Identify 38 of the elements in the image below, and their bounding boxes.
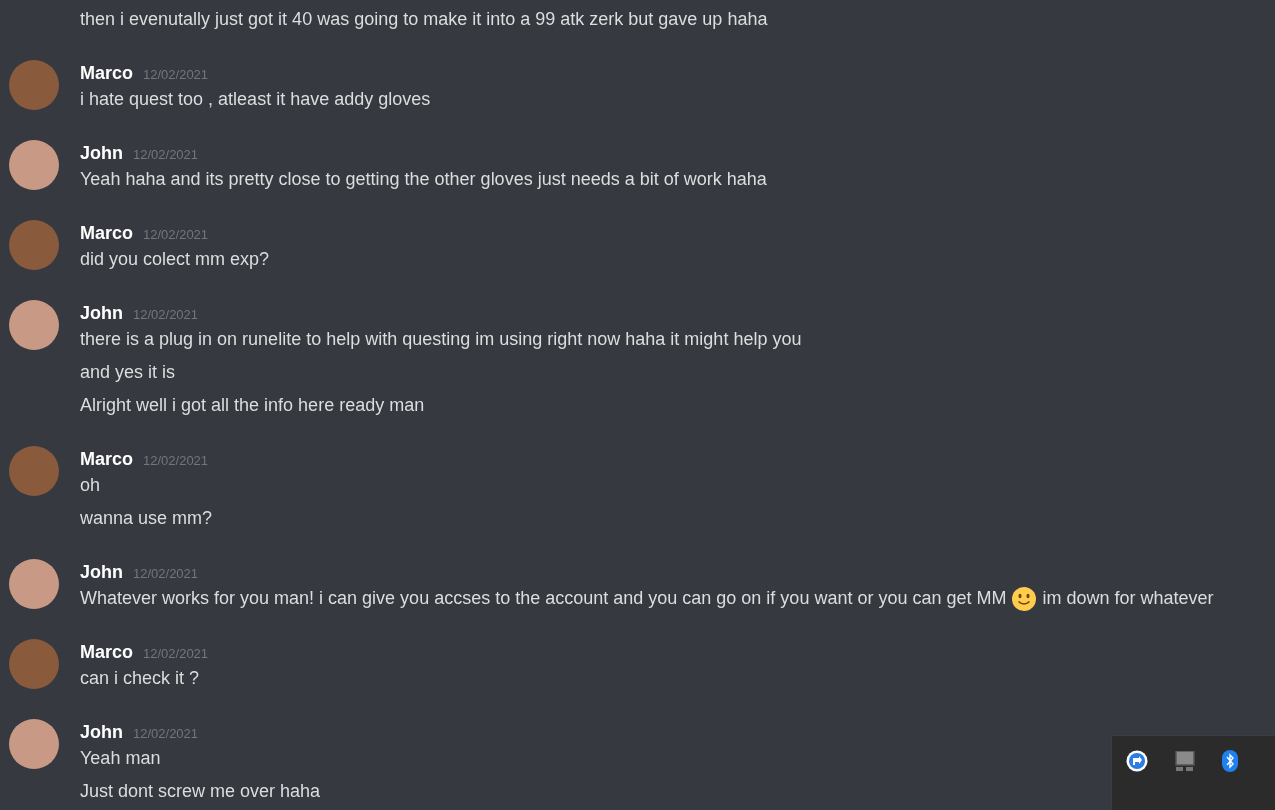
username[interactable]: Marco: [80, 60, 133, 86]
username[interactable]: John: [80, 719, 123, 745]
username[interactable]: John: [80, 140, 123, 166]
message-text: can i check it ?: [80, 667, 200, 690]
timestamp: 12/02/2021: [143, 452, 209, 470]
message-text: Alright well i got all the info here ready man: [80, 394, 425, 417]
avatar[interactable]: [9, 300, 59, 350]
avatar[interactable]: [9, 719, 59, 769]
message-text: oh: [80, 474, 101, 497]
timestamp: 12/02/2021: [143, 645, 209, 663]
timestamp: 12/02/2021: [143, 226, 209, 244]
message-text: Yeah man: [80, 747, 161, 770]
timestamp: 12/02/2021: [133, 146, 199, 164]
message-text: Yeah haha and its pretty close to getting the other gloves just needs a bit of work haha: [80, 168, 767, 191]
circle-arrow-icon: [1126, 750, 1148, 772]
message-text: i hate quest too , atleast it have addy gloves: [80, 88, 431, 111]
avatar[interactable]: [9, 559, 59, 609]
message-text: and yes it is: [80, 361, 176, 384]
message-text: did you colect mm exp?: [80, 248, 270, 271]
username[interactable]: Marco: [80, 220, 133, 246]
smiling-face-icon: [1011, 585, 1038, 612]
timestamp: 12/02/2021: [133, 725, 199, 743]
message-text: Whatever works for you man! i can give you accses to the account and you can go on if you want or you can get MM: [80, 587, 1007, 610]
timestamp: 12/02/2021: [133, 306, 199, 324]
avatar[interactable]: [9, 140, 59, 190]
timestamp: 12/02/2021: [133, 565, 199, 583]
monitor-icon: [1175, 751, 1195, 771]
message-text: im down for whatever: [1042, 587, 1214, 610]
message-text: Just dont screw me over haha: [80, 780, 321, 803]
username[interactable]: Marco: [80, 446, 133, 472]
bluetooth-icon: [1222, 750, 1238, 772]
username[interactable]: Marco: [80, 639, 133, 665]
message-text: wanna use mm?: [80, 507, 213, 530]
username[interactable]: John: [80, 300, 123, 326]
message-text: then i evenutally just got it 40 was going to make it into a 99 atk zerk but gave up haha: [80, 8, 768, 31]
timestamp: 12/02/2021: [143, 66, 209, 84]
username[interactable]: John: [80, 559, 123, 585]
message-text: there is a plug in on runelite to help with questing im using right now haha it might help you: [80, 328, 802, 351]
